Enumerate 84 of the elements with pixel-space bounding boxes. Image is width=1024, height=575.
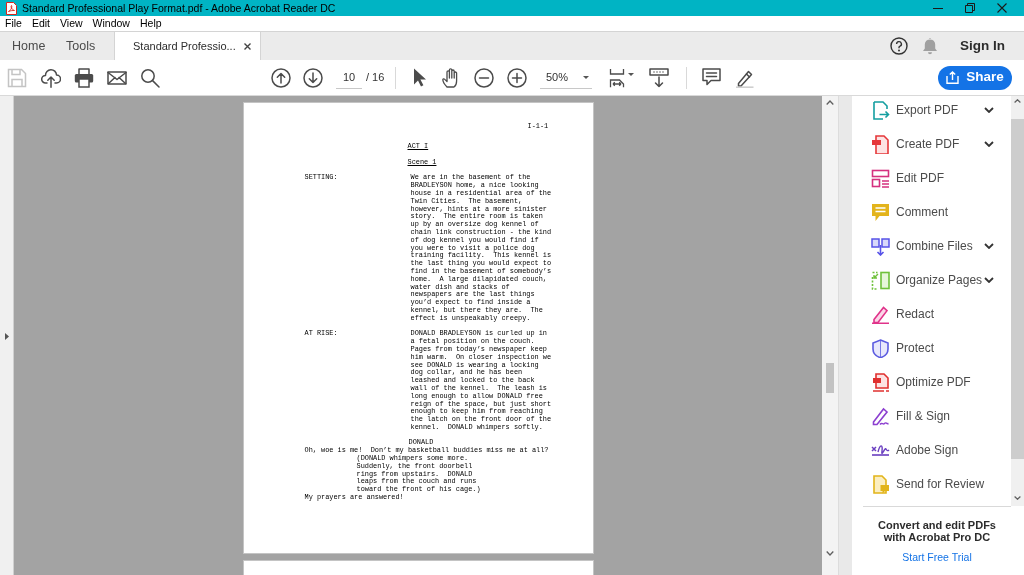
cursor-icon[interactable] [413, 68, 427, 87]
scrollbar[interactable] [822, 96, 838, 575]
tool-label: Export PDF [896, 102, 958, 119]
sign-in-link[interactable]: Sign In [960, 35, 1005, 57]
tool-item[interactable]: Comment [852, 195, 1011, 229]
menu-item[interactable]: View [60, 18, 83, 29]
edit-layout-icon [871, 168, 890, 188]
close-icon[interactable] [243, 42, 251, 50]
help-icon[interactable] [890, 37, 908, 55]
tool-label: Protect [896, 340, 934, 357]
caret-right-icon[interactable] [4, 332, 9, 340]
page-number-field[interactable]: 10 [336, 66, 362, 89]
chevron-down-icon[interactable] [984, 277, 994, 283]
tool-item[interactable]: Export PDF [852, 96, 1011, 127]
close-icon[interactable] [997, 3, 1007, 13]
export-document-icon [871, 100, 890, 120]
tool-item[interactable]: Combine Files [852, 229, 1011, 263]
create-document-icon [871, 134, 890, 154]
scrollbar-thumb[interactable] [826, 363, 834, 393]
tool-item[interactable]: Create PDF [852, 127, 1011, 161]
scrollbar[interactable] [1011, 96, 1024, 506]
tool-label: Comment [896, 204, 948, 221]
scrollbar-thumb[interactable] [1011, 119, 1024, 459]
page-fit-icon[interactable] [609, 67, 625, 88]
print-icon[interactable] [74, 67, 94, 88]
promo-text: Convert and edit PDFs with Acrobat Pro DC [878, 519, 996, 543]
arrow-up-circle-icon[interactable] [271, 67, 291, 88]
share-button[interactable]: Share [938, 65, 1012, 90]
caret-icon[interactable] [628, 73, 634, 76]
share-icon [946, 71, 960, 84]
tool-label: Edit PDF [896, 170, 944, 187]
scroll-up-icon[interactable] [826, 100, 834, 105]
arrow-down-circle-icon[interactable] [303, 67, 323, 88]
tool-label: Redact [896, 306, 935, 323]
tab[interactable]: Standard Professio... [114, 32, 261, 60]
zoom-field[interactable]: 50% [540, 66, 592, 89]
tool-label: Combine Files [896, 238, 973, 255]
tool-item[interactable]: Fill & Sign [852, 399, 1011, 433]
tool-label: Fill & Sign [896, 408, 951, 425]
zoom-value: 50% [546, 69, 569, 85]
optimize-document-icon [871, 372, 890, 392]
tool-label: Optimize PDF [896, 374, 971, 391]
combine-pages-icon [871, 236, 890, 256]
cloud-upload-icon[interactable] [41, 67, 61, 88]
menu-item[interactable]: Edit [31, 18, 50, 29]
chevron-down-icon[interactable] [984, 243, 994, 249]
tool-item[interactable]: Protect [852, 331, 1011, 365]
tool-label: Send for Review [896, 476, 985, 493]
chevron-down-icon[interactable] [984, 107, 994, 113]
scroll-up-icon[interactable] [1014, 99, 1021, 103]
scroll-down-icon[interactable] [1014, 496, 1021, 500]
minimize-icon[interactable] [933, 7, 943, 9]
pen-signature-icon [871, 406, 890, 426]
review-document-icon [871, 474, 890, 494]
chevron-down-icon[interactable] [984, 141, 994, 147]
tool-item[interactable]: Organize Pages [852, 263, 1011, 297]
tool-item[interactable]: Redact [852, 297, 1011, 331]
scroll-down-icon[interactable] [826, 551, 834, 556]
menu-item[interactable]: File [5, 18, 22, 29]
tool-item[interactable]: Adobe Sign [852, 433, 1011, 467]
comment-icon[interactable] [702, 68, 721, 87]
tab-label: Standard Professio... [133, 38, 236, 54]
shield-icon [871, 338, 890, 358]
tool-label: Create PDF [896, 136, 960, 153]
scroll-mode-icon[interactable] [649, 67, 669, 88]
tool-item[interactable]: Send for Review [852, 467, 1011, 501]
free-trial-link[interactable]: Start Free Trial [902, 550, 972, 566]
window-title: Standard Professional Play Format.pdf - Adobe Acrobat Reader DC [22, 2, 336, 14]
menu-item[interactable]: Help [139, 18, 162, 29]
tool-label: Organize Pages [896, 272, 983, 289]
tool-item[interactable]: Edit PDF [852, 161, 1011, 195]
tool-label: Adobe Sign [896, 442, 959, 459]
hand-icon[interactable] [442, 67, 460, 88]
marker-pen-icon [871, 304, 890, 324]
tool-item[interactable]: Optimize PDF [852, 365, 1011, 399]
search-icon[interactable] [140, 67, 160, 88]
zoom-in-icon[interactable] [507, 67, 527, 88]
caret-icon[interactable] [583, 75, 589, 79]
organize-pages-icon [871, 270, 890, 290]
zoom-out-icon[interactable] [474, 67, 494, 88]
restore-icon[interactable] [965, 3, 975, 13]
page-count: / 16 [366, 70, 386, 86]
menu-item[interactable]: Window [92, 18, 130, 29]
speech-bubble-icon [871, 202, 890, 222]
